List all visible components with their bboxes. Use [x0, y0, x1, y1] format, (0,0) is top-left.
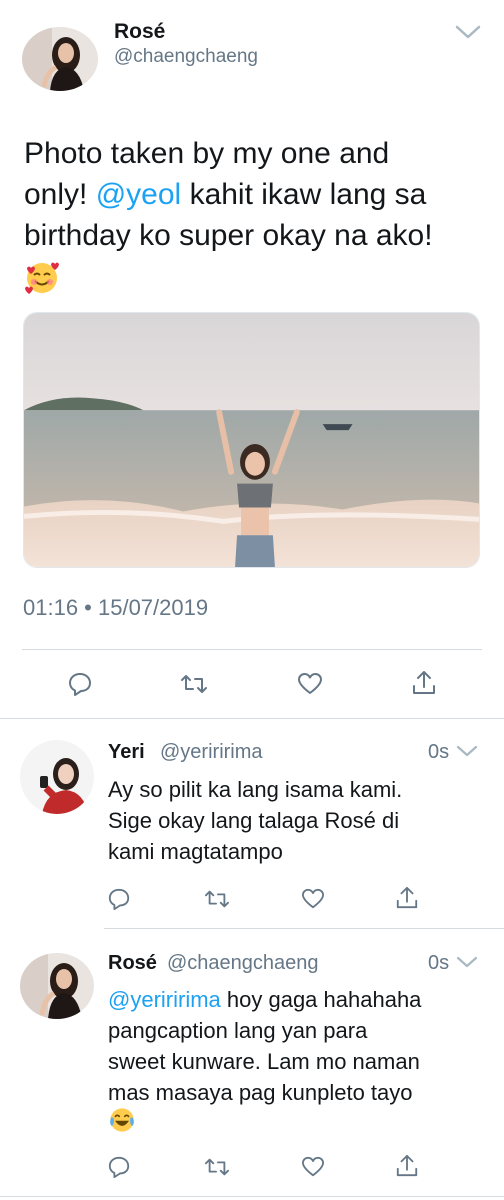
reply-line-3: sweet kunware. Lam mo naman — [108, 1049, 420, 1074]
share-icon — [396, 886, 418, 909]
like-button[interactable] — [298, 884, 328, 914]
mention-link[interactable]: @yeol — [96, 178, 182, 211]
divider — [22, 649, 482, 650]
retweet-icon — [205, 890, 230, 908]
reply-name[interactable]: Yeri — [108, 741, 145, 764]
retweet-button[interactable] — [200, 884, 234, 914]
share-icon — [396, 1154, 418, 1177]
avatar-rose-reply-image — [20, 953, 94, 1019]
chevron-down-icon[interactable] — [454, 22, 482, 42]
chevron-down-icon[interactable] — [455, 953, 479, 971]
main-tweet-line-3: birthday ko super okay na ako! — [24, 219, 433, 252]
reply-icon — [69, 673, 91, 696]
smiling-face-with-hearts-icon — [24, 260, 60, 296]
reply-line-1-rest: hoy gaga hahahaha — [220, 987, 422, 1012]
avatar-rose-reply[interactable] — [20, 953, 94, 1019]
share-button[interactable] — [392, 882, 422, 914]
retweet-icon — [205, 1158, 230, 1176]
divider — [104, 928, 504, 929]
tweet-photo[interactable] — [23, 312, 480, 568]
reply-time: 0s — [428, 741, 450, 763]
reply-line-2: Sige okay lang talaga Rosé di — [108, 808, 400, 833]
chevron-down-icon[interactable] — [455, 742, 479, 760]
reply-button[interactable] — [104, 1152, 134, 1182]
reply-button[interactable] — [104, 884, 134, 914]
main-tweet-line-2-prefix: only! — [24, 178, 96, 211]
main-tweet-name[interactable]: Rosé — [114, 20, 165, 44]
mention-link[interactable]: @yeriririma — [108, 987, 221, 1012]
like-button[interactable] — [298, 1152, 328, 1182]
avatar-yeri-image — [20, 740, 94, 814]
beach-photo-image — [24, 313, 479, 567]
reply-line-1: Ay so pilit ka lang isama kami. — [108, 777, 403, 802]
reply-line-3: kami magtatampo — [108, 839, 283, 864]
reply-line-1: @yeriririma hoy gaga hahahaha — [108, 987, 421, 1013]
reply-name[interactable]: Rosé — [108, 952, 157, 975]
share-icon — [413, 671, 435, 694]
reply-icon — [108, 1156, 130, 1179]
tweet-timestamp[interactable]: 01:16 • 15/07/2019 — [23, 595, 208, 621]
reply-line-2: pangcaption lang yan para — [108, 1018, 368, 1043]
like-button[interactable] — [294, 668, 326, 700]
divider — [0, 1196, 504, 1197]
heart-icon — [298, 673, 322, 694]
main-tweet-handle[interactable]: @chaengchaeng — [114, 46, 258, 68]
face-with-tears-of-joy-icon — [108, 1106, 136, 1134]
retweet-icon — [181, 675, 207, 693]
reply-line-4: mas masaya pag kunpleto tayo — [108, 1080, 413, 1105]
retweet-button[interactable] — [200, 1152, 234, 1182]
retweet-button[interactable] — [176, 668, 212, 700]
reply-handle[interactable]: @yeriririma — [160, 741, 263, 764]
main-tweet-line-2: only! @yeol kahit ikaw lang sa — [24, 178, 426, 212]
share-button[interactable] — [408, 666, 440, 700]
divider — [0, 718, 504, 719]
share-button[interactable] — [392, 1150, 422, 1182]
reply-button[interactable] — [64, 668, 96, 700]
main-tweet-line-1: Photo taken by my one and — [24, 137, 390, 170]
main-tweet-line-2-rest: kahit ikaw lang sa — [189, 178, 427, 211]
reply-time: 0s — [428, 952, 450, 974]
reply-icon — [108, 888, 130, 911]
reply-handle[interactable]: @chaengchaeng — [167, 952, 319, 975]
heart-icon — [301, 1156, 324, 1177]
avatar-main-image — [22, 27, 98, 91]
avatar-main[interactable] — [22, 27, 98, 91]
heart-icon — [301, 888, 324, 909]
avatar-yeri[interactable] — [20, 740, 94, 814]
